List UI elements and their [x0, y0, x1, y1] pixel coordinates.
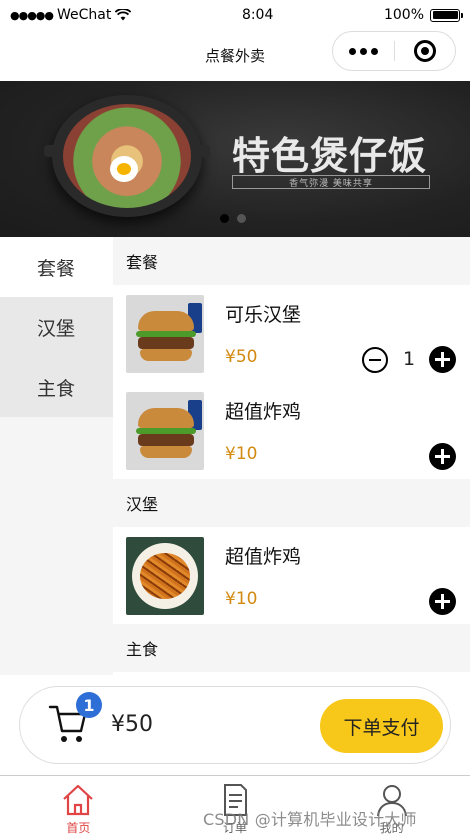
burger-photo — [126, 295, 204, 373]
watermark: CSDN @计算机毕业设计大师 — [203, 810, 417, 829]
sidebar-item-set-meal[interactable]: 套餐 — [0, 237, 113, 297]
carrier-label: WeChat — [57, 7, 112, 23]
add-to-cart-button[interactable] — [429, 588, 456, 615]
banner-subline-box: 香气弥漫 美味共享 — [232, 175, 430, 189]
signal-icon: ●●●●● — [10, 8, 54, 22]
cart-count-badge: 1 — [76, 692, 102, 718]
banner-carousel[interactable]: 特色煲仔饭 香气弥漫 美味共享 — [0, 81, 470, 237]
carousel-dot[interactable] — [237, 214, 246, 223]
wifi-icon — [115, 9, 132, 21]
section-header: 套餐 — [113, 237, 470, 285]
battery-percent: 100% — [383, 7, 424, 23]
carousel-dot-active[interactable] — [220, 214, 229, 223]
burger-photo — [126, 392, 204, 470]
tab-home[interactable]: 首页 — [0, 776, 157, 837]
miniprogram-capsule — [332, 31, 456, 71]
item-name: 超值炸鸡 — [225, 401, 302, 423]
cart-total-price: ¥50 — [111, 712, 153, 737]
menu-item[interactable]: 超值炸鸡 ¥10 — [113, 527, 470, 624]
menu-item[interactable]: 可乐汉堡 ¥50 1 — [113, 285, 470, 382]
section-header: 汉堡 — [113, 479, 470, 527]
increase-quantity-button[interactable] — [429, 346, 456, 373]
tab-label: 首页 — [66, 821, 91, 835]
item-name: 可乐汉堡 — [225, 304, 302, 326]
carousel-indicators — [220, 214, 246, 223]
item-name: 超值炸鸡 — [225, 546, 302, 568]
fries-photo — [126, 537, 204, 615]
banner-subline: 香气弥漫 美味共享 — [289, 178, 373, 189]
battery-icon — [430, 8, 463, 22]
page-title: 点餐外卖 — [204, 46, 265, 65]
item-price: ¥50 — [225, 347, 258, 367]
status-bar: ●●●●● WeChat 8:04 100% — [0, 0, 470, 30]
add-to-cart-button[interactable] — [429, 443, 456, 470]
item-quantity: 1 — [403, 348, 416, 370]
more-menu-icon[interactable] — [333, 47, 394, 55]
decrease-quantity-button[interactable] — [362, 347, 388, 373]
menu-item[interactable]: 超值炸鸡 ¥10 — [113, 382, 470, 479]
sidebar-item-staple[interactable]: 主食 — [0, 357, 113, 417]
nav-bar: 点餐外卖 — [0, 30, 470, 80]
carrier-group: ●●●●● WeChat — [10, 7, 132, 23]
menu-list[interactable]: 套餐 可乐汉堡 ¥50 1 超值炸鸡 ¥10 汉堡 超值炸鸡 ¥10 主食 — [113, 237, 470, 675]
item-price: ¥10 — [225, 444, 258, 464]
cart-bar[interactable]: 1 ¥50 下单支付 — [19, 686, 451, 764]
checkout-button[interactable]: 下单支付 — [320, 699, 443, 753]
section-header: 主食 — [113, 624, 470, 672]
battery-group: 100% — [383, 7, 463, 23]
sidebar-item-burger[interactable]: 汉堡 — [0, 297, 113, 357]
clock: 8:04 — [241, 7, 274, 23]
banner-headline: 特色煲仔饭 — [232, 134, 428, 178]
item-price: ¥10 — [225, 589, 258, 609]
category-sidebar: 套餐 汉堡 主食 — [0, 237, 113, 675]
home-icon — [63, 784, 94, 816]
claypot-rice-image — [44, 95, 210, 217]
close-miniprogram-icon[interactable] — [394, 40, 455, 62]
